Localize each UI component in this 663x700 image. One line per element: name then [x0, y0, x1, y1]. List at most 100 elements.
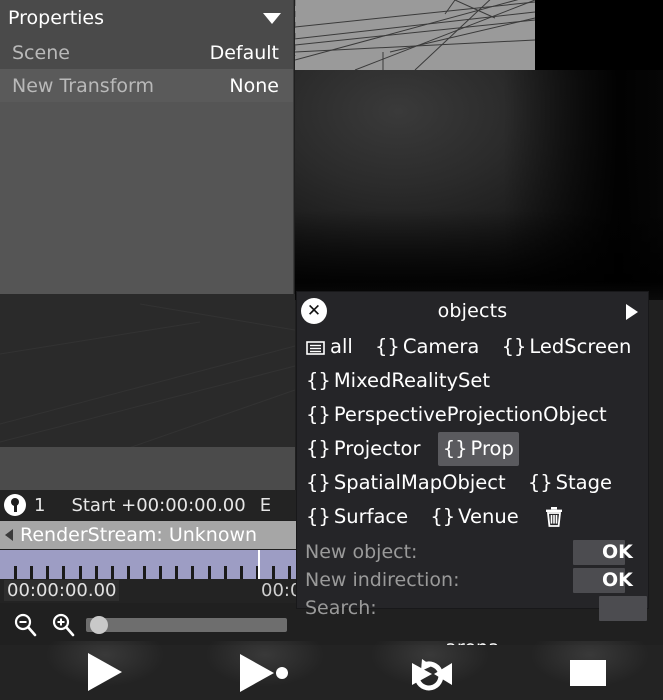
- braces-icon: {}: [306, 369, 331, 392]
- objects-item-prop[interactable]: {} Prop: [437, 432, 519, 466]
- page-title: Properties: [8, 7, 105, 29]
- braces-icon: {}: [306, 505, 331, 528]
- ruler-playhead[interactable]: [258, 550, 260, 580]
- ruler-tick: [126, 566, 130, 580]
- objects-item-camera[interactable]: {} Camera: [370, 330, 484, 364]
- objects-row: all {} Camera {} LedScreen: [301, 330, 644, 364]
- timeline-header: 1 Start +00:00:00.00 E: [0, 490, 297, 520]
- new-indirection-row: New indirection: OK: [305, 566, 648, 594]
- objects-item-label: Prop: [470, 437, 514, 460]
- braces-icon: {}: [375, 335, 400, 358]
- play-to-point-button[interactable]: [240, 653, 288, 693]
- search-label: Search:: [305, 597, 377, 619]
- properties-body: [0, 102, 293, 294]
- objects-item-venue[interactable]: {} Venue: [425, 500, 523, 534]
- braces-icon: {}: [442, 437, 468, 460]
- objects-panel-title: objects: [437, 300, 508, 322]
- arrow-right-icon[interactable]: [626, 304, 638, 320]
- braces-icon: {}: [306, 403, 331, 426]
- ruler-tick: [175, 566, 179, 580]
- ruler-tick: [272, 566, 275, 580]
- objects-item-perspectiveprojectionobject[interactable]: {} PerspectiveProjectionObject: [301, 398, 612, 432]
- new-object-row: New object: OK: [305, 538, 648, 566]
- scene-floor-shadow: [295, 210, 663, 300]
- objects-item-label: Camera: [402, 335, 480, 358]
- braces-icon: {}: [501, 335, 527, 358]
- trash-icon[interactable]: [544, 506, 564, 527]
- objects-item-label: PerspectiveProjectionObject: [333, 403, 607, 426]
- ruler-right-time: 00:0: [261, 580, 297, 601]
- ruler-tick: [94, 566, 98, 580]
- objects-row: {} Surface {} Venue: [301, 500, 644, 534]
- new-object-label: New object:: [305, 541, 418, 563]
- stop-button[interactable]: [570, 653, 606, 693]
- objects-item-label: SpatialMapObject: [333, 471, 506, 494]
- new-object-ok-button[interactable]: OK: [602, 541, 633, 563]
- braces-icon: {}: [306, 471, 331, 494]
- search-input[interactable]: [599, 595, 647, 621]
- scene-dark-area: [295, 70, 663, 300]
- ruler-tick: [78, 566, 82, 580]
- objects-item-label: Surface: [333, 505, 409, 528]
- search-row: Search:: [305, 594, 648, 622]
- objects-row: {} SpatialMapObject {} Stage: [301, 466, 644, 500]
- braces-icon: {}: [430, 505, 456, 528]
- new-indirection-ok-button[interactable]: OK: [602, 569, 633, 591]
- ruler-tick: [110, 566, 114, 580]
- objects-item-mixedrealityset[interactable]: {} MixedRealitySet: [301, 364, 495, 398]
- property-key: Scene: [12, 41, 70, 64]
- keyframe-icon[interactable]: [4, 494, 26, 516]
- scene-left-strokes: [0, 303, 295, 472]
- properties-header[interactable]: Properties: [0, 0, 293, 36]
- objects-row: {} MixedRealitySet: [301, 364, 644, 398]
- property-row-new-transform[interactable]: New Transform None: [0, 69, 293, 102]
- objects-item-stage[interactable]: {} Stage: [523, 466, 617, 500]
- objects-list: all {} Camera {} LedScreen {} MixedRealityS…: [297, 330, 648, 534]
- close-icon[interactable]: ✕: [301, 298, 327, 324]
- ruler-tick: [30, 566, 34, 580]
- ruler-tick: [14, 566, 17, 580]
- play-button[interactable]: [88, 653, 122, 693]
- objects-item-label: Projector: [333, 437, 421, 460]
- timeline-scrubber[interactable]: [86, 616, 287, 634]
- list-stack-icon: [306, 341, 325, 355]
- ruler-tick: [46, 566, 50, 580]
- property-value[interactable]: Default: [210, 42, 279, 64]
- transport-bar: [0, 641, 663, 700]
- play-icon: [88, 653, 122, 691]
- scrubber-handle[interactable]: [90, 616, 109, 634]
- objects-item-projector[interactable]: {} Projector: [301, 432, 426, 466]
- braces-icon: {}: [306, 437, 331, 460]
- loop-playback-button[interactable]: [408, 653, 456, 693]
- ruler-tick: [207, 566, 211, 580]
- braces-icon: {}: [527, 471, 553, 494]
- objects-panel-form: New object: OK New indirection: OK Searc…: [297, 538, 648, 622]
- objects-row: {} Projector {} Prop: [301, 432, 644, 466]
- scene-left-dark-area: [0, 294, 295, 472]
- ruler-tick: [143, 566, 146, 580]
- zoom-in-icon[interactable]: [50, 612, 76, 638]
- play-to-point-icon: [240, 654, 274, 692]
- timeline-track-row[interactable]: RenderStream: Unknown: [0, 521, 297, 549]
- ruler-tick: [223, 566, 227, 580]
- objects-item-ledscreen[interactable]: {} LedScreen: [497, 330, 637, 364]
- point-dot-icon: [276, 667, 288, 679]
- triangle-left-icon[interactable]: [5, 529, 13, 541]
- loop-playback-icon: [412, 659, 452, 691]
- objects-item-spatialmapobject[interactable]: {} SpatialMapObject: [301, 466, 511, 500]
- zoom-out-icon[interactable]: [12, 612, 38, 638]
- properties-panel: Properties Scene Default New Transform N…: [0, 0, 294, 294]
- app-root: Properties Scene Default New Transform N…: [0, 0, 663, 700]
- ruler-tick: [288, 566, 292, 580]
- objects-item-all[interactable]: all: [301, 330, 358, 364]
- objects-item-label: LedScreen: [529, 335, 632, 358]
- property-row-scene[interactable]: Scene Default: [0, 36, 293, 69]
- stop-icon: [570, 660, 606, 686]
- objects-palette-panel: ✕ objects all {} Camera {} LedScreen {} …: [297, 292, 648, 687]
- property-value[interactable]: None: [229, 75, 279, 97]
- timeline-ruler[interactable]: [0, 550, 297, 580]
- chevron-down-icon[interactable]: [263, 12, 281, 24]
- timeline-end-label: E: [259, 494, 272, 516]
- timeline-zoom-bar: [0, 605, 297, 645]
- objects-item-surface[interactable]: {} Surface: [301, 500, 413, 534]
